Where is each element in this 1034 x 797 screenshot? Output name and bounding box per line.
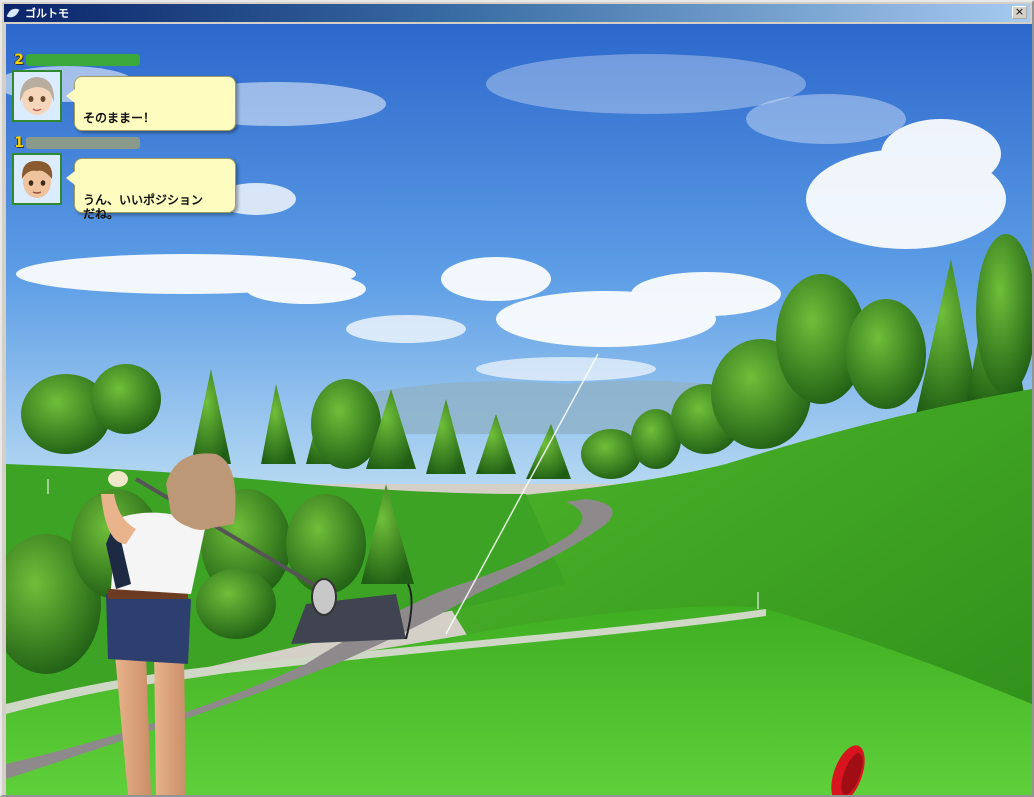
player-name-bar: [26, 54, 140, 66]
male-avatar-icon: [12, 153, 62, 205]
female-avatar-icon: [12, 70, 62, 122]
chat-bubble-player-1: うん、いいポジション だね。: [66, 158, 236, 221]
player-number: 1: [14, 135, 24, 151]
game-window: ゴルトモ × 2 そのままー！ 1 うん、いいポジション だね。: [0, 0, 1034, 797]
window-title: ゴルトモ: [25, 7, 69, 20]
player-number: 2: [14, 52, 24, 68]
chat-bubble-player-2: そのままー！: [66, 76, 236, 131]
golf-course-scene: [6, 24, 1032, 795]
player-tag-1: 1: [12, 135, 140, 151]
player-tag-2: 2: [12, 52, 140, 68]
player-name-bar: [26, 137, 140, 149]
close-button[interactable]: ×: [1012, 6, 1027, 19]
game-viewport[interactable]: 2 そのままー！ 1 うん、いいポジション だね。: [6, 24, 1032, 795]
app-leaf-icon: [6, 5, 21, 21]
title-bar[interactable]: ゴルトモ ×: [4, 4, 1030, 22]
chat-message: そのままー！: [83, 111, 156, 125]
